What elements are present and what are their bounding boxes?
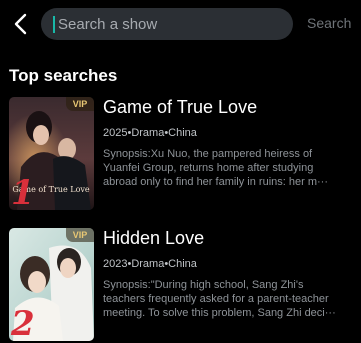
result-meta: 2025•Drama•China: [103, 127, 197, 139]
vip-badge: VIP: [66, 228, 94, 242]
search-button[interactable]: Search: [307, 15, 351, 31]
text-cursor: [53, 15, 55, 33]
vip-badge: VIP: [66, 97, 94, 111]
result-synopsis: Synopsis:Xu Nuo, the pampered heiress of…: [103, 148, 328, 188]
result-title[interactable]: Hidden Love: [103, 228, 204, 249]
top-bar: Search: [0, 0, 361, 48]
result-meta: 2023•Drama•China: [103, 258, 197, 270]
poster-thumbnail[interactable]: VIP 2: [9, 228, 94, 341]
poster-thumbnail[interactable]: Game of True Love VIP 1: [9, 97, 94, 210]
result-card[interactable]: Game of True Love VIP 1 Game of True Lov…: [9, 97, 361, 212]
back-button[interactable]: [8, 10, 34, 38]
result-title[interactable]: Game of True Love: [103, 97, 257, 118]
result-synopsis: Synopsis:"During high school, Sang Zhi's…: [103, 279, 336, 319]
rank-number: 2: [11, 304, 35, 341]
search-field[interactable]: [41, 8, 293, 40]
search-input[interactable]: [58, 15, 278, 33]
section-title: Top searches: [9, 66, 118, 85]
chevron-left-icon: [14, 13, 27, 35]
rank-number: 1: [11, 173, 35, 210]
